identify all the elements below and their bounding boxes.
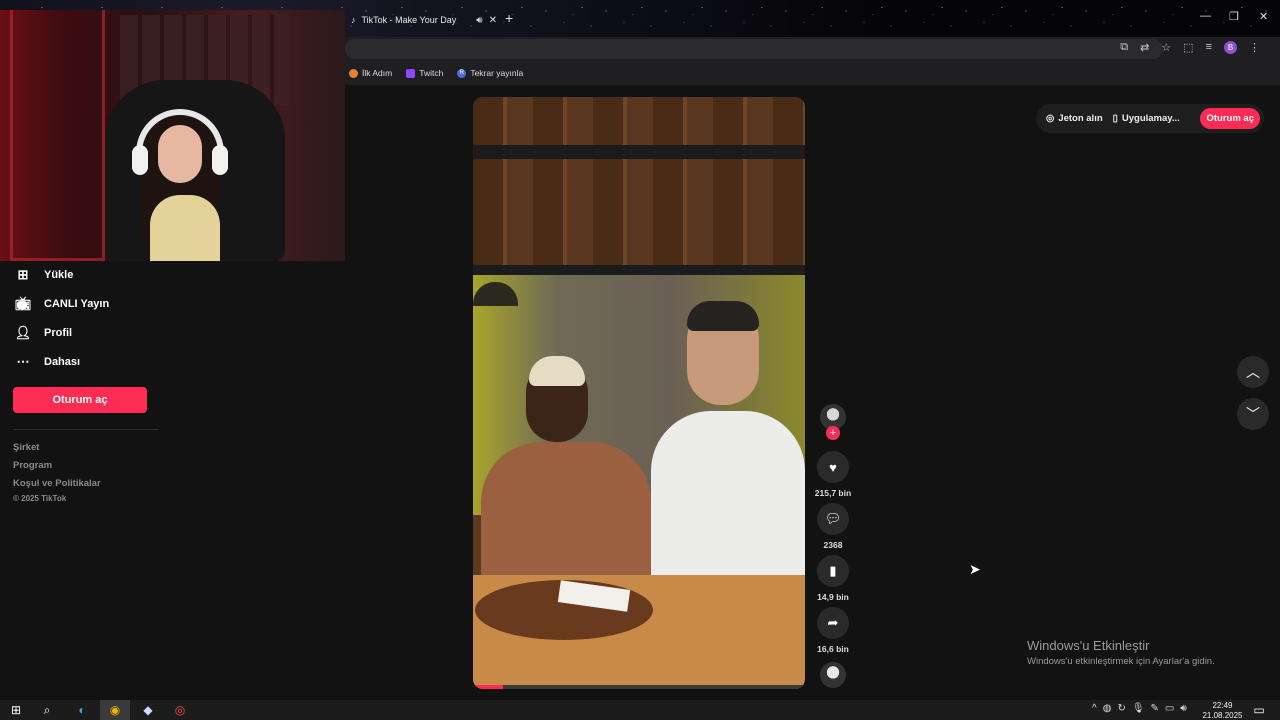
tiktok-sidebar: ⊞ Yükle 📺︎ CANLI Yayın 👤︎ Profil ⋯ Dahas… — [0, 261, 345, 700]
windows-activation-watermark: Windows'u Etkinleştir Windows'u etkinleş… — [1027, 638, 1215, 667]
profile-avatar[interactable]: B — [1224, 41, 1237, 54]
comment-icon: 💬︎ — [824, 511, 842, 526]
phone-icon: ▯ — [1112, 113, 1118, 124]
like-count: 215,7 bin — [814, 488, 852, 498]
tray-sync-icon[interactable]: ↻ — [1117, 703, 1125, 714]
share-count: 16,6 bin — [817, 644, 849, 654]
shelf-decoration — [10, 10, 105, 261]
tray-chevron-icon[interactable]: ^ — [1092, 703, 1097, 714]
sidebar-divider — [13, 429, 159, 430]
bookmark-ilk-adim[interactable]: İlk Adım — [349, 68, 392, 78]
comment-button[interactable]: 💬︎ — [817, 503, 849, 535]
video-beam-lower — [473, 265, 805, 275]
system-tray: ^ ◍ ↻ 🎙︎ ✎ ▭ 🔊︎ — [1092, 703, 1187, 714]
search-icon[interactable]: ⌕ — [40, 703, 54, 717]
clock-date: 21.08.2025 — [1202, 711, 1243, 720]
comment-count: 2368 — [823, 540, 843, 550]
header-signin-button[interactable]: Oturum aç — [1200, 108, 1260, 129]
chevron-down-icon: ﹀ — [1246, 406, 1260, 422]
bookmark-star-icon[interactable]: ☆ — [1161, 41, 1171, 54]
edge-browser-icon[interactable]: ◐ — [75, 703, 89, 717]
maximize-icon[interactable]: ❐ — [1229, 10, 1239, 23]
streamer — [132, 105, 228, 261]
system-clock[interactable]: 22:49 21.08.2025 — [1200, 701, 1245, 720]
activation-subtitle: Windows'u etkinleştirmek için Ayarlar'a … — [1027, 656, 1215, 667]
music-disc-avatar[interactable] — [820, 662, 846, 688]
coin-icon: ◎ — [1046, 113, 1055, 124]
sidebar-item-profile[interactable]: 👤︎ Profil — [14, 322, 72, 344]
video-player[interactable] — [473, 97, 805, 689]
video-ceiling — [473, 97, 805, 277]
tab-title: TikTok - Make Your Day — [361, 15, 457, 25]
chevron-up-icon: ︿ — [1246, 364, 1260, 380]
translate-icon[interactable]: ⇄ — [1140, 41, 1149, 54]
next-video-button[interactable]: ﹀ — [1237, 398, 1269, 430]
menu-kebab-icon[interactable]: ⋮ — [1249, 41, 1260, 54]
heart-icon: ♥ — [829, 459, 837, 475]
restream-icon: R — [457, 68, 467, 78]
sidebar-item-upload[interactable]: ⊞ Yükle — [14, 264, 74, 286]
save-count: 14,9 bin — [817, 592, 849, 602]
live-tv-icon: 📺︎ — [14, 296, 32, 311]
video-beam — [473, 145, 805, 159]
previous-video-button[interactable]: ︿ — [1237, 356, 1269, 388]
pen-icon[interactable]: ✎ — [1151, 703, 1159, 714]
bookmark-tekrar-yayinla[interactable]: R Tekrar yayınla — [457, 68, 523, 78]
sidebar-item-more[interactable]: ⋯ Dahası — [14, 351, 81, 373]
copyright: © 2025 TikTok — [13, 494, 67, 503]
twitch-icon — [406, 68, 416, 78]
bookmark-favicon-icon — [349, 68, 358, 78]
tiktok-favicon-icon: ♪ — [351, 15, 356, 25]
windows-start-icon[interactable]: ⊞ — [9, 703, 23, 717]
top-actions-bar: ◎ Jeton alın ▯ Uygulamay... Oturum aç — [1036, 104, 1264, 133]
share-button[interactable]: ➦ — [817, 607, 849, 639]
like-button[interactable]: ♥ — [817, 451, 849, 483]
new-tab-icon[interactable]: + — [505, 10, 513, 26]
sidebar-signin-button[interactable]: Oturum aç — [13, 387, 147, 413]
obs-icon[interactable]: ◎ — [173, 703, 187, 717]
cast-icon[interactable]: ⧉ — [1120, 41, 1128, 54]
media-icon[interactable]: ≡ — [1206, 41, 1212, 54]
notification-icon[interactable]: ▭ — [1252, 703, 1266, 717]
address-bar-row: ⧉ ⇄ ☆ ⬚ ≡ B ⋮ — [345, 37, 1280, 61]
share-arrow-icon: ➦ — [827, 615, 839, 630]
footer-link-terms[interactable]: Koşul ve Politikalar — [13, 478, 101, 489]
person-icon: 👤︎ — [14, 325, 32, 340]
minimize-icon[interactable]: — — [1200, 10, 1211, 22]
microphone-icon[interactable]: 🎙︎ — [1132, 703, 1145, 714]
plus-square-icon: ⊞ — [17, 267, 29, 282]
omnibox[interactable] — [345, 39, 1163, 59]
mouse-cursor-icon: ➤ — [969, 561, 981, 577]
footer-link-program[interactable]: Program — [13, 460, 52, 471]
bookmark-icon: ▮ — [829, 563, 837, 578]
close-window-icon[interactable]: ✕ — [1259, 10, 1268, 23]
save-button[interactable]: ▮ — [817, 555, 849, 587]
activation-title: Windows'u Etkinleştir — [1027, 638, 1150, 653]
webcam-overlay — [0, 10, 345, 261]
volume-icon[interactable]: 🔊︎ — [1180, 703, 1186, 714]
toolbar-icons: ⧉ ⇄ ☆ ⬚ ≡ B ⋮ — [1120, 41, 1260, 54]
sidebar-item-live[interactable]: 📺︎ CANLI Yayın — [14, 293, 109, 315]
close-tab-icon[interactable]: ✕ — [489, 15, 497, 26]
video-progress-bar[interactable] — [473, 685, 805, 689]
tray-app-icon[interactable]: ◍ — [1103, 703, 1112, 714]
bookmarks-bar: İlk Adım Twitch R Tekrar yayınla — [345, 61, 1280, 85]
app-icon[interactable]: ◆ — [141, 703, 155, 717]
get-coins-button[interactable]: ◎ Jeton alın — [1046, 113, 1103, 124]
network-icon[interactable]: ▭ — [1165, 703, 1174, 714]
clock-time: 22:49 — [1212, 701, 1233, 710]
screen: ♪ TikTok - Make Your Day 🔊︎ ✕ + — ❐ ✕ ⧉ … — [0, 0, 1280, 720]
speaker-icon[interactable]: 🔊︎ — [476, 15, 482, 26]
video-progress-fill — [473, 685, 503, 689]
chrome-browser-icon[interactable]: ◉ — [108, 703, 122, 717]
windows-taskbar: ⊞ ⌕ ◐ ◉ ◆ ◎ ^ ◍ ↻ 🎙︎ ✎ ▭ 🔊︎ 22:49 21.08.… — [0, 700, 1280, 720]
bookmark-twitch[interactable]: Twitch — [406, 68, 443, 78]
extensions-icon[interactable]: ⬚ — [1183, 41, 1193, 54]
footer-link-company[interactable]: Şirket — [13, 442, 39, 453]
follow-button[interactable]: + — [826, 426, 840, 440]
browser-tab[interactable]: ♪ TikTok - Make Your Day 🔊︎ ✕ — [345, 8, 497, 32]
more-dots-icon: ⋯ — [16, 354, 30, 369]
get-app-button[interactable]: ▯ Uygulamay... — [1113, 113, 1180, 124]
headphones-icon — [136, 109, 224, 169]
